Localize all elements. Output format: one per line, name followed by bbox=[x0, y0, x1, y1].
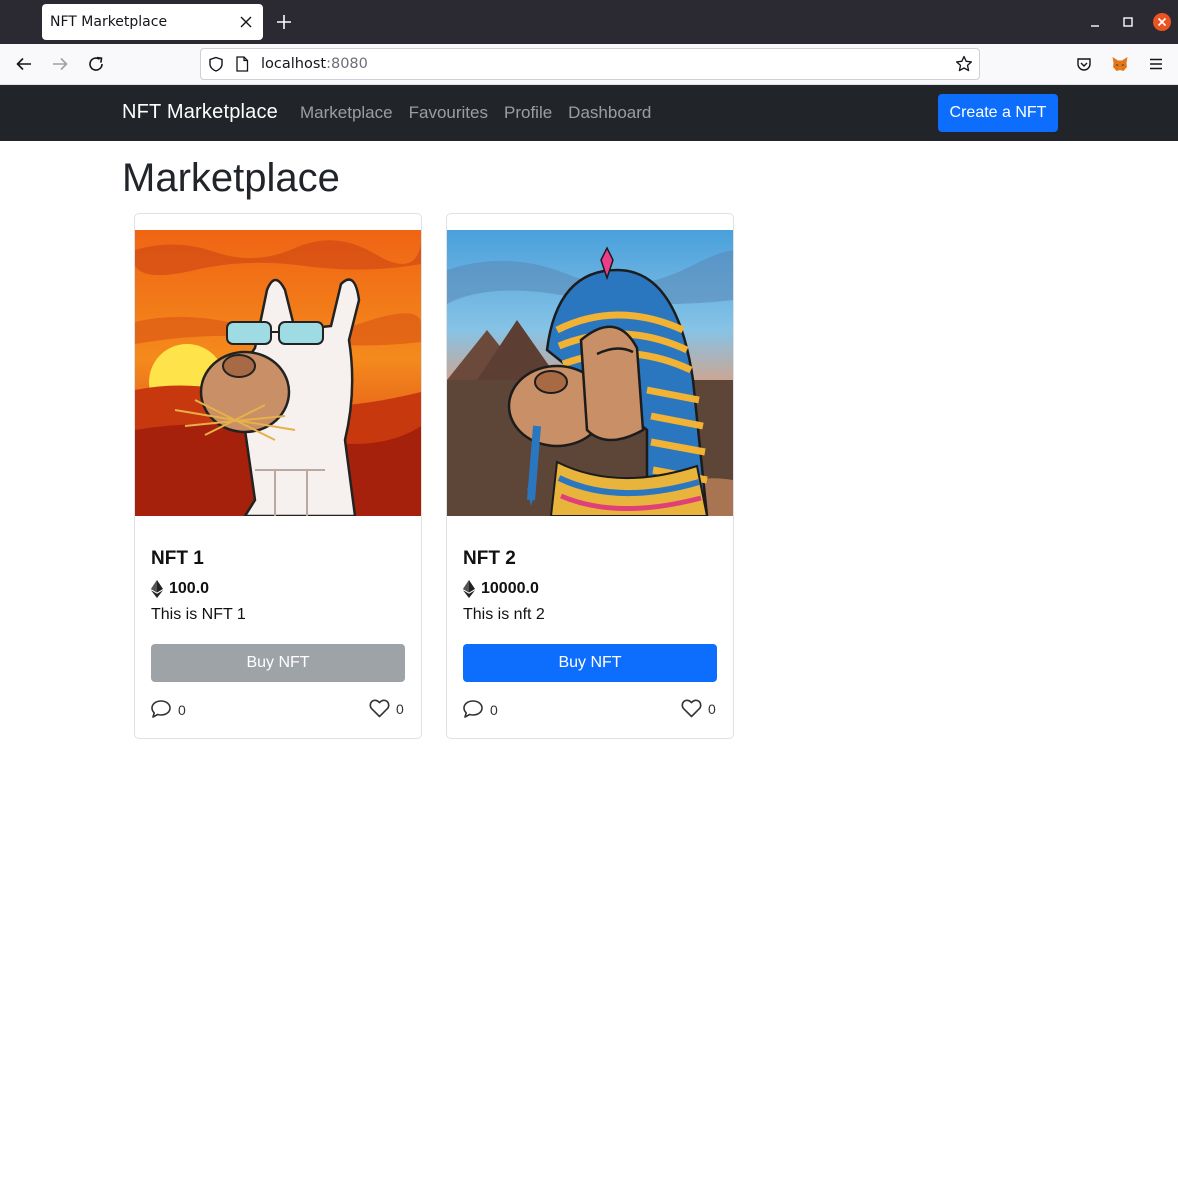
buy-nft-button[interactable]: Buy NFT bbox=[463, 644, 717, 682]
url-port: :8080 bbox=[326, 56, 368, 72]
nft-price: 100.0 bbox=[151, 580, 209, 598]
maximize-window-icon[interactable] bbox=[1118, 12, 1138, 32]
nav-link-favourites[interactable]: Favourites bbox=[409, 103, 488, 123]
browser-tab-bar: NFT Marketplace bbox=[0, 0, 1178, 44]
browser-tab-title: NFT Marketplace bbox=[50, 14, 168, 30]
buy-nft-button[interactable]: Buy NFT bbox=[151, 644, 405, 682]
pharaoh-camel-pyramids-artwork[interactable] bbox=[447, 230, 733, 516]
create-nft-button[interactable]: Create a NFT bbox=[938, 94, 1058, 132]
ethereum-icon bbox=[463, 580, 475, 598]
page-title: Marketplace bbox=[122, 156, 340, 200]
back-arrow-icon[interactable] bbox=[15, 55, 33, 73]
browser-tab[interactable]: NFT Marketplace bbox=[42, 4, 263, 40]
navbar-brand[interactable]: NFT Marketplace bbox=[122, 101, 278, 124]
bookmark-star-icon[interactable] bbox=[955, 55, 973, 73]
new-tab-icon[interactable] bbox=[276, 14, 292, 30]
heart-icon[interactable] bbox=[369, 699, 390, 718]
nav-link-marketplace[interactable]: Marketplace bbox=[300, 103, 393, 123]
nft-card: NFT 1 100.0 This is NFT 1 Buy NFT 0 0 bbox=[134, 213, 422, 739]
comment-count: 0 bbox=[490, 702, 498, 718]
nft-price-value: 10000.0 bbox=[481, 580, 539, 597]
nft-title: NFT 2 bbox=[463, 548, 516, 569]
page-info-icon[interactable] bbox=[235, 56, 249, 72]
like-count: 0 bbox=[708, 701, 716, 717]
close-tab-icon[interactable] bbox=[239, 15, 253, 29]
nft-price-value: 100.0 bbox=[169, 580, 210, 597]
nft-description: This is NFT 1 bbox=[151, 606, 246, 623]
nft-card: NFT 2 10000.0 This is nft 2 Buy NFT 0 0 bbox=[446, 213, 734, 739]
comment-icon[interactable] bbox=[462, 699, 484, 719]
comment-icon[interactable] bbox=[150, 699, 172, 719]
nft-title: NFT 1 bbox=[151, 548, 204, 569]
shield-icon[interactable] bbox=[208, 56, 224, 72]
nft-description: This is nft 2 bbox=[463, 606, 545, 623]
url-text: localhost:8080 bbox=[261, 56, 368, 72]
nft-price: 10000.0 bbox=[463, 580, 539, 598]
nav-links: Marketplace Favourites Profile Dashboard bbox=[300, 103, 651, 123]
ethereum-icon bbox=[151, 580, 163, 598]
metamask-fox-icon[interactable] bbox=[1111, 55, 1129, 73]
forward-arrow-icon[interactable] bbox=[51, 55, 69, 73]
address-bar[interactable]: localhost:8080 bbox=[200, 48, 980, 80]
url-host: localhost bbox=[261, 56, 327, 72]
nav-link-profile[interactable]: Profile bbox=[504, 103, 552, 123]
minimize-window-icon[interactable] bbox=[1085, 12, 1105, 32]
close-window-icon[interactable] bbox=[1152, 12, 1172, 32]
nav-link-dashboard[interactable]: Dashboard bbox=[568, 103, 651, 123]
reload-icon[interactable] bbox=[87, 55, 105, 73]
like-count: 0 bbox=[396, 701, 404, 717]
browser-toolbar: localhost:8080 bbox=[0, 44, 1178, 85]
app-navbar: NFT Marketplace Marketplace Favourites P… bbox=[0, 85, 1178, 141]
heart-icon[interactable] bbox=[681, 699, 702, 718]
comment-count: 0 bbox=[178, 702, 186, 718]
pocket-icon[interactable] bbox=[1076, 56, 1092, 72]
hamburger-menu-icon[interactable] bbox=[1148, 56, 1164, 72]
white-camel-sunset-artwork[interactable] bbox=[135, 230, 421, 516]
